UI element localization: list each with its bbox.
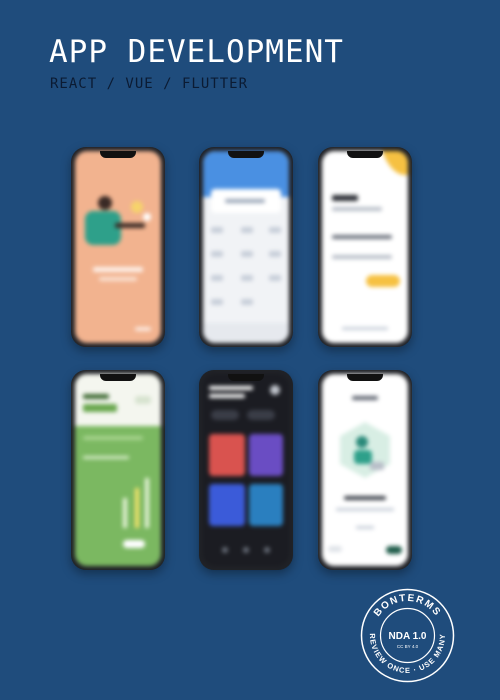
page-title: APP DEVELOPMENT [49, 34, 344, 70]
phone-mockup-music [199, 370, 293, 570]
onboarding-illustration [85, 196, 151, 331]
phone-mockup-stats [71, 370, 165, 570]
badge-center-text: NDA 1.0 [389, 631, 427, 642]
phone-notch [100, 374, 136, 381]
phone-notch [347, 374, 383, 381]
login-illustration [332, 151, 408, 330]
dashboard-screen [203, 151, 289, 343]
phone-mockup-onboarding [71, 147, 165, 347]
onboarding-screen [75, 151, 161, 343]
dashboard-illustration [203, 151, 289, 343]
phone-notch [100, 151, 136, 158]
badge-license-text: CC BY 4.0 [397, 644, 419, 649]
music-screen [203, 374, 289, 566]
stats-screen [75, 374, 161, 566]
phone-notch [228, 151, 264, 158]
stats-illustration [75, 374, 161, 548]
login-screen [322, 151, 408, 343]
phone-mockup-dashboard [199, 147, 293, 347]
onboarding-illustration-2 [328, 396, 402, 554]
bonterms-nda-badge: BONTERMS REVIEW ONCE · USE MANY NDA 1.0 … [360, 588, 455, 683]
illustration-screen [322, 374, 408, 566]
phone-notch [228, 374, 264, 381]
music-illustration [209, 385, 283, 553]
phone-notch [347, 151, 383, 158]
phone-mockup-login [318, 147, 412, 347]
phone-mockup-illustration [318, 370, 412, 570]
page-subtitle: REACT / VUE / FLUTTER [50, 76, 249, 92]
